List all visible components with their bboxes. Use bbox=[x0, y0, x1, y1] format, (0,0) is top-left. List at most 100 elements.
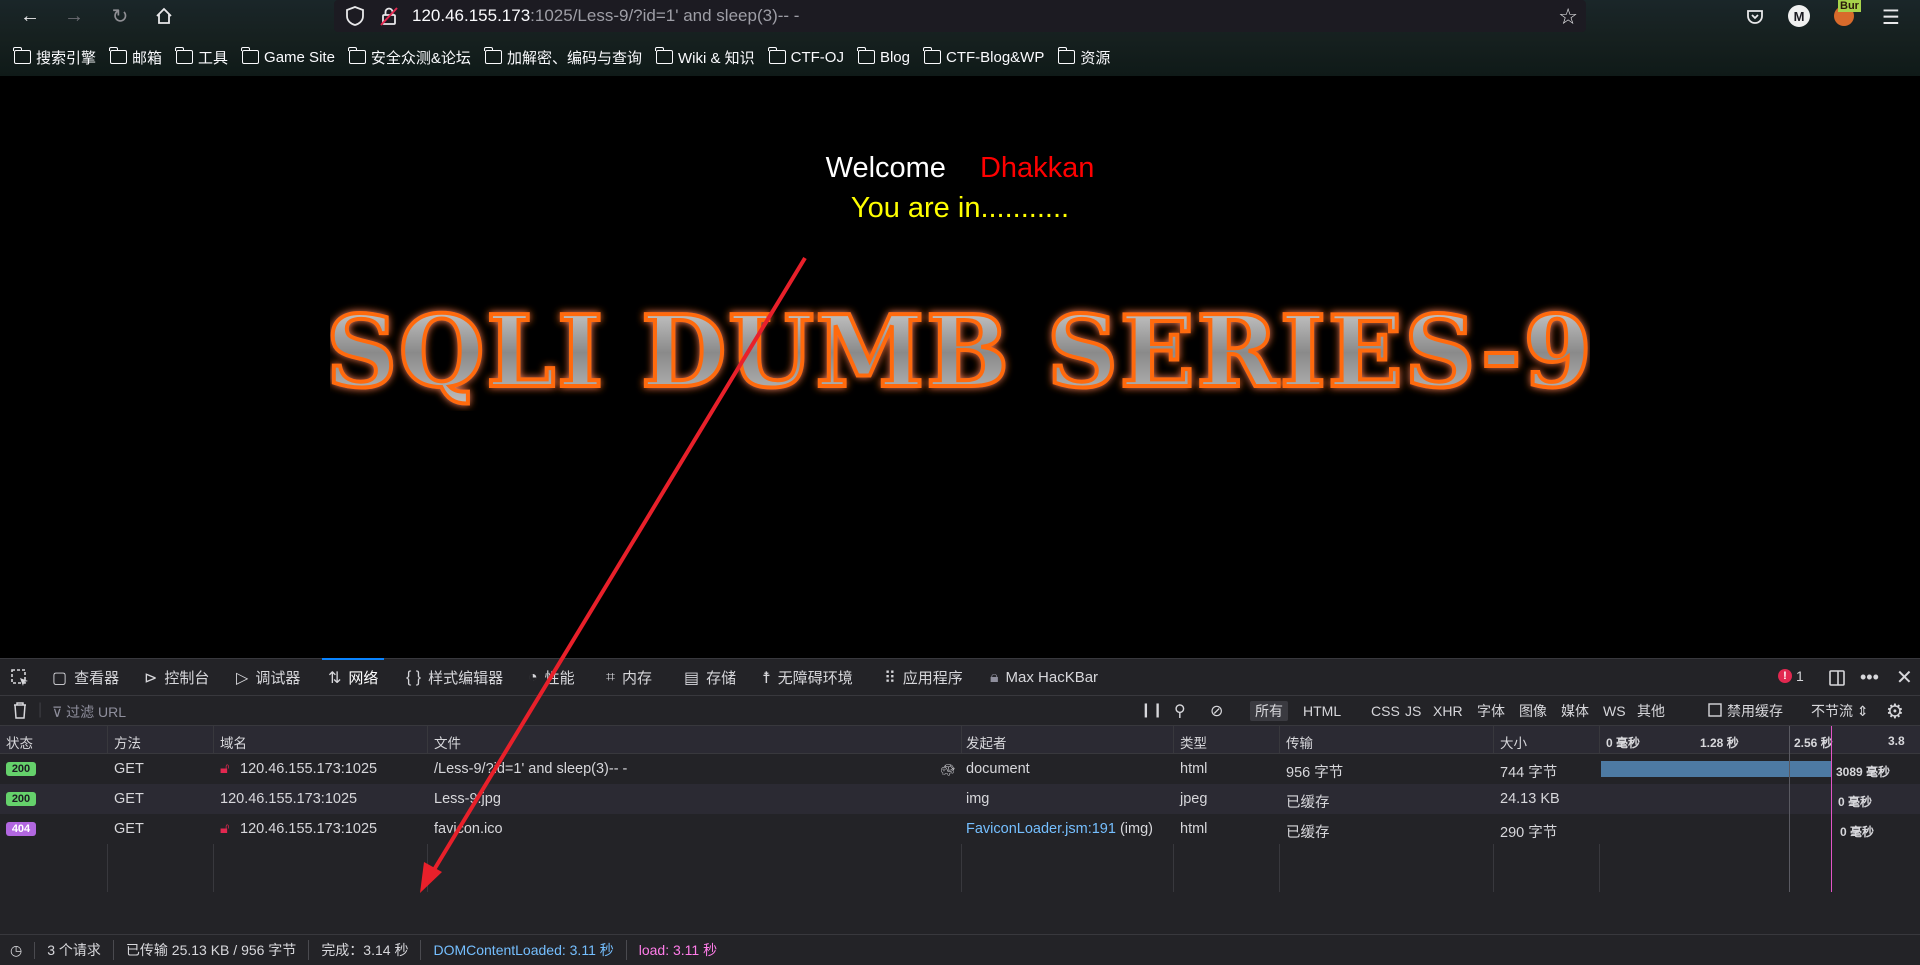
filter-js[interactable]: JS bbox=[1400, 701, 1426, 721]
grid-icon: ⠿ bbox=[884, 669, 896, 687]
column-transferred[interactable]: 传输 bbox=[1286, 732, 1313, 752]
tab-debugger[interactable]: ▷ 调试器 bbox=[236, 659, 300, 696]
column-file[interactable]: 文件 bbox=[434, 732, 461, 752]
back-arrow-icon[interactable]: ← bbox=[16, 2, 44, 30]
pause-icon[interactable]: ❙❙ bbox=[1140, 701, 1163, 718]
bookmark-folder[interactable]: 资源 bbox=[1057, 47, 1111, 68]
status-badge: 404 bbox=[6, 822, 36, 836]
forward-arrow-icon[interactable]: → bbox=[60, 2, 88, 30]
tab-hackbar[interactable]: 🔒︎ Max HacKBar bbox=[990, 659, 1098, 696]
block-icon[interactable]: ⊘ bbox=[1210, 701, 1223, 721]
status-badge: 200 bbox=[6, 762, 36, 776]
account-initial: M bbox=[1793, 8, 1805, 24]
pocket-icon[interactable] bbox=[1742, 4, 1768, 30]
bookmark-folder[interactable]: Wiki & 知识 bbox=[655, 47, 755, 68]
error-icon[interactable]: ! bbox=[1778, 669, 1792, 683]
domain-cell: 120.46.155.173:1025 bbox=[240, 761, 378, 777]
column-domain[interactable]: 域名 bbox=[220, 732, 247, 752]
filter-url-input[interactable]: ⊽ 过滤 URL bbox=[52, 702, 126, 722]
filter-media[interactable]: 媒体 bbox=[1556, 701, 1594, 721]
bookmark-label: 邮箱 bbox=[132, 49, 163, 67]
filter-other[interactable]: 其他 bbox=[1632, 701, 1670, 721]
insecure-lock-icon[interactable] bbox=[378, 5, 400, 27]
trash-icon[interactable] bbox=[12, 701, 28, 724]
bookmark-folder[interactable]: 加解密、编码与查询 bbox=[484, 47, 642, 68]
throttle-select[interactable]: 不节流 ⇕ bbox=[1806, 701, 1874, 721]
column-type[interactable]: 类型 bbox=[1180, 732, 1207, 752]
column-initiator[interactable]: 发起者 bbox=[966, 732, 1007, 752]
request-table-header: 状态 方法 域名 文件 发起者 类型 传输 大小 0 毫秒 1.28 秒 2.5… bbox=[0, 726, 1920, 754]
bookmark-folder[interactable]: CTF-Blog&WP bbox=[923, 47, 1044, 66]
transferred-summary: 已传输 25.13 KB / 956 字节 bbox=[114, 940, 310, 960]
timer-icon[interactable]: ◷ bbox=[0, 941, 36, 959]
filter-css[interactable]: CSS bbox=[1366, 701, 1405, 721]
timeline-tick: 3.8 bbox=[1888, 734, 1905, 748]
tab-application[interactable]: ⠿ 应用程序 bbox=[884, 659, 963, 696]
folder-icon bbox=[857, 47, 875, 64]
filter-html[interactable]: HTML bbox=[1298, 701, 1346, 721]
column-method[interactable]: 方法 bbox=[114, 732, 141, 752]
home-icon[interactable] bbox=[150, 2, 178, 30]
network-arrows-icon: ⇅ bbox=[328, 669, 342, 687]
more-options-icon[interactable]: ••• bbox=[1860, 659, 1879, 696]
tab-style-editor[interactable]: { } 样式编辑器 bbox=[406, 659, 503, 696]
column-size[interactable]: 大小 bbox=[1500, 732, 1527, 752]
hamburger-menu-icon[interactable]: ☰ bbox=[1878, 4, 1904, 30]
tab-console[interactable]: ⊳ 控制台 bbox=[144, 659, 209, 696]
bookmark-folder[interactable]: 搜索引擎 bbox=[13, 47, 96, 68]
tab-storage[interactable]: ▤ 存储 bbox=[684, 659, 736, 696]
column-status[interactable]: 状态 bbox=[6, 732, 33, 752]
table-row[interactable]: 200 GET 120.46.155.173:1025 Less-9.jpg i… bbox=[0, 784, 1920, 814]
filter-xhr[interactable]: XHR bbox=[1428, 701, 1468, 721]
account-avatar[interactable]: M bbox=[1788, 5, 1810, 27]
table-row[interactable]: 404 GET 🔓︎ 120.46.155.173:1025 favicon.i… bbox=[0, 814, 1920, 844]
search-icon[interactable]: ⚲ bbox=[1174, 701, 1186, 721]
tab-performance[interactable]: ◔ 性能 bbox=[528, 659, 575, 696]
console-icon: ⊳ bbox=[144, 669, 158, 687]
tracking-protection-shield-icon[interactable] bbox=[344, 5, 366, 27]
tab-inspector[interactable]: ▢ 查看器 bbox=[52, 659, 119, 696]
debugger-icon: ▷ bbox=[236, 669, 249, 687]
reload-icon[interactable]: ↻ bbox=[106, 2, 134, 30]
tab-label: 查看器 bbox=[74, 670, 120, 687]
bookmark-label: 资源 bbox=[1080, 49, 1111, 67]
disable-cache-label[interactable]: 禁用缓存 bbox=[1722, 701, 1788, 721]
bookmark-folder[interactable]: Game Site bbox=[241, 47, 335, 66]
disable-cache-checkbox[interactable] bbox=[1708, 703, 1722, 722]
browser-chrome: ← → ↻ 120.46.155.173:1025/Less-9/?id=1' … bbox=[0, 0, 1920, 76]
filter-placeholder: 过滤 URL bbox=[66, 704, 127, 720]
filter-images[interactable]: 图像 bbox=[1514, 701, 1552, 721]
close-devtools-icon[interactable]: ✕ bbox=[1896, 659, 1913, 696]
bookmark-folder[interactable]: Blog bbox=[857, 47, 910, 66]
bookmark-label: Game Site bbox=[264, 48, 335, 66]
devtools-tabbar: ▢ 查看器 ⊳ 控制台 ▷ 调试器 ⇅ 网络 { } 样式编辑器 ◔ 性能 ⌗ 内存 ▤ 存储 … bbox=[0, 658, 1920, 696]
filter-ws[interactable]: WS bbox=[1598, 701, 1631, 721]
bookmark-star-icon[interactable]: ☆ bbox=[1558, 4, 1578, 30]
tab-network[interactable]: ⇅ 网络 bbox=[321, 658, 385, 696]
tab-accessibility[interactable]: ☨ 无障碍环境 bbox=[762, 659, 853, 696]
dock-side-icon[interactable] bbox=[1828, 659, 1846, 696]
insecure-lock-icon: 🔓︎ bbox=[220, 821, 230, 837]
filter-all[interactable]: 所有 bbox=[1250, 701, 1288, 721]
load-time: load: 3.11 秒 bbox=[638, 942, 718, 958]
url-text[interactable]: 120.46.155.173:1025/Less-9/?id=1' and sl… bbox=[412, 6, 799, 26]
filter-fonts[interactable]: 字体 bbox=[1472, 701, 1510, 721]
bookmark-label: CTF-OJ bbox=[790, 48, 844, 66]
table-row[interactable]: 200 GET 🔓︎ 120.46.155.173:1025 /Less-9/?… bbox=[0, 754, 1920, 784]
throttled-turtle-icon: 🐢︎ bbox=[940, 763, 956, 777]
folder-icon bbox=[768, 47, 786, 64]
error-count[interactable]: 1 bbox=[1796, 668, 1804, 684]
tab-memory[interactable]: ⌗ 内存 bbox=[606, 659, 652, 696]
tab-label: 调试器 bbox=[255, 670, 301, 687]
bookmark-folder[interactable]: CTF-OJ bbox=[768, 47, 844, 66]
transferred-cell: 已缓存 bbox=[1286, 825, 1330, 841]
navigation-toolbar: ← → ↻ 120.46.155.173:1025/Less-9/?id=1' … bbox=[0, 0, 1920, 32]
timeline-tick: 1.28 秒 bbox=[1700, 736, 1739, 750]
address-bar[interactable]: 120.46.155.173:1025/Less-9/?id=1' and sl… bbox=[334, 0, 1586, 32]
initiator-link[interactable]: FaviconLoader.jsm:191 bbox=[966, 821, 1116, 837]
bookmark-folder[interactable]: 工具 bbox=[175, 47, 228, 68]
bookmark-folder[interactable]: 邮箱 bbox=[109, 47, 163, 68]
settings-gear-icon[interactable]: ⚙ bbox=[1886, 699, 1904, 724]
element-picker-icon[interactable] bbox=[10, 659, 30, 696]
bookmark-folder[interactable]: 安全众测&论坛 bbox=[348, 47, 471, 68]
